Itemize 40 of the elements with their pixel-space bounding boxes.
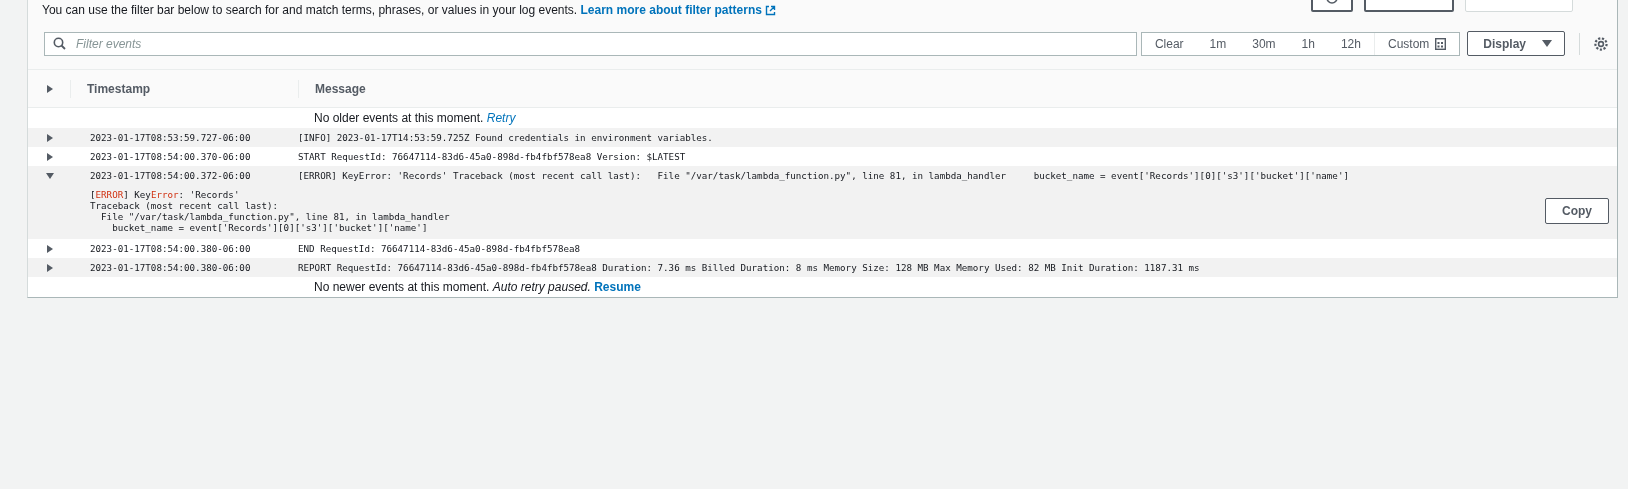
caret-down-icon[interactable] — [46, 171, 54, 180]
time-range-button[interactable]: Clear — [1141, 32, 1197, 55]
caret-right-icon[interactable] — [46, 152, 54, 161]
message-cell: REPORT RequestId: 76647114-83d6-45a0-898d-fb4fbf578ea8 Duration: 7.36 ms Billed Duration: 8 ms Memory Size: 128 MB Max Memory Used: 82 MB Init Duration: 1187.31 ms — [298, 260, 1200, 275]
intro-text: You can use the filter bar below to search for and match terms, phrases, or values in your log events. Learn more about filter patterns — [28, 0, 777, 19]
timestamp-cell-text: 2023-01-17T08:54:00.370-06:00 — [89, 149, 252, 164]
notice-text: No older events at this moment. Retry — [314, 110, 516, 127]
learn-more-link[interactable]: Learn more about filter patterns — [580, 3, 777, 17]
time-range-button[interactable]: 1h — [1288, 32, 1328, 55]
caret-right-icon[interactable] — [46, 263, 54, 272]
resume-link[interactable]: Resume — [594, 280, 641, 294]
caret-right-icon[interactable] — [46, 84, 54, 93]
message-cell: [ERROR] KeyError: 'Records' Traceback (most recent call last): File "/var/task/lambda_function.py", line 81, in lambda_handler bucket_name = event['Records'][0]['s3']['bucket']['name'] — [298, 168, 1349, 183]
custom-range-button[interactable]: Custom — [1373, 32, 1460, 55]
settings-icon[interactable] — [1593, 35, 1609, 52]
external-link-icon — [765, 5, 777, 17]
timestamp-cell-text: 2023-01-17T08:54:00.380-06:00 — [89, 241, 252, 256]
filter-field[interactable]: Filter events — [74, 33, 1136, 54]
calendar-icon — [1435, 37, 1447, 50]
caret-right-icon[interactable] — [46, 133, 54, 142]
copy-button[interactable]: Copy — [1545, 198, 1609, 224]
time-range-button[interactable]: 1m — [1196, 32, 1240, 55]
search-icon — [53, 37, 66, 50]
timestamp-cell-text: 2023-01-17T08:53:59.727-06:00 — [89, 130, 252, 145]
caret-down-icon — [1542, 40, 1552, 47]
retry-link[interactable]: Retry — [486, 111, 516, 125]
column-header: Timestamp — [70, 79, 298, 98]
search-field[interactable]: Filter events — [44, 31, 1137, 56]
caret-right-icon[interactable] — [46, 244, 54, 253]
message-cell: [INFO] 2023-01-17T14:53:59.725Z Found credentials in environment variables. — [298, 130, 713, 145]
message-cell: START RequestId: 76647114-83d6-45a0-898d-fb4fbf578ea8 Version: $LATEST — [298, 149, 686, 164]
time-range-button[interactable]: 30m — [1239, 32, 1289, 55]
time-range-button[interactable]: 12h — [1327, 32, 1374, 55]
message-cell: END RequestId: 76647114-83d6-45a0-898d-fb4fbf578ea8 — [298, 241, 581, 256]
column-header: Message — [298, 79, 366, 98]
timestamp-cell-text: 2023-01-17T08:54:00.372-06:00 — [89, 168, 252, 183]
display-button[interactable]: Display — [1467, 31, 1565, 56]
timestamp-cell-text: 2023-01-17T08:54:00.380-06:00 — [89, 260, 252, 275]
notice-text: No newer events at this moment. Auto retry paused. Resume — [314, 279, 641, 296]
error-detail-text: [ERROR] KeyError: 'Records' Traceback (most recent call last): File "/var/task/lambda_function.py", line 81, in lambda_handler bucket_name = event['Records'][0]['s3']['bucket']['name'] — [90, 189, 450, 233]
